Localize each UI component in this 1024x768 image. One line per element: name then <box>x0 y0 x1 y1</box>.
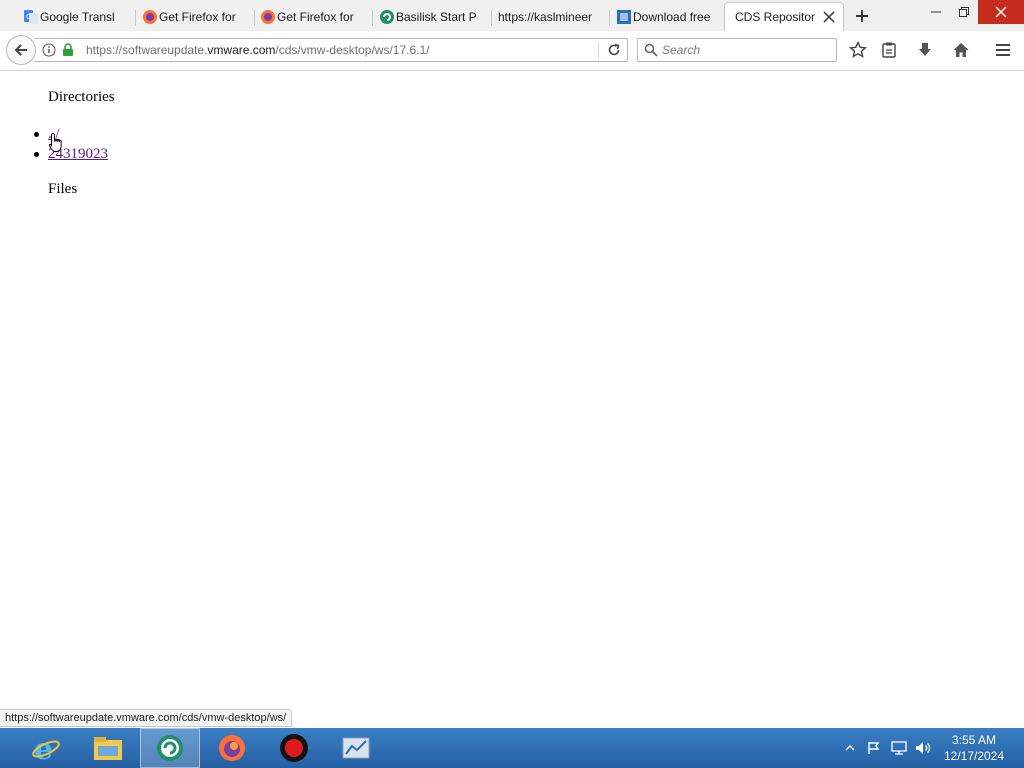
tab-kaslmineer[interactable]: https://kaslmineer <box>492 3 610 31</box>
reload-icon <box>608 43 620 56</box>
svg-text:G: G <box>26 13 31 21</box>
back-arrow-icon <box>14 44 27 56</box>
restore-button[interactable] <box>950 0 978 24</box>
minimize-button[interactable] <box>922 0 950 24</box>
url-prefix: https://softwareupdate. <box>86 43 208 57</box>
page-content: Directories ../ 24319023 Files <box>0 72 1024 706</box>
basilisk-icon <box>380 10 394 24</box>
network-icon <box>891 741 907 755</box>
tab-title: Get Firefox for <box>159 10 236 24</box>
url-domain: vmware.com <box>207 43 276 57</box>
download-arrow-icon <box>919 43 931 56</box>
downloads-button[interactable] <box>913 39 937 61</box>
firefox-icon <box>219 735 245 761</box>
bookmark-star-button[interactable] <box>846 39 870 61</box>
clipboard-icon <box>882 42 896 58</box>
search-icon <box>644 43 658 57</box>
tab-google-translate[interactable]: G Google Transl <box>18 3 136 31</box>
firefox-icon <box>143 10 157 24</box>
tab-title: https://kaslmineer <box>498 10 593 24</box>
taskbar-basilisk[interactable] <box>140 728 200 768</box>
tab-strip: G Google Transl Get Firefox for Get Fire… <box>0 0 1024 31</box>
tab-title: CDS Repositor <box>735 10 815 24</box>
download-site-icon <box>617 10 631 24</box>
url-text[interactable]: https://softwareupdate.vmware.com/cds/vm… <box>86 43 429 57</box>
address-bar[interactable]: https://softwareupdate.vmware.com/cds/vm… <box>34 38 628 62</box>
reading-list-button[interactable] <box>877 39 901 61</box>
tab-basilisk-start[interactable]: Basilisk Start P <box>374 3 492 31</box>
restore-icon <box>959 7 969 17</box>
taskbar-firefox[interactable] <box>202 728 262 768</box>
windows-taskbar: e 3:55 AM 12/17/2024 <box>0 728 1024 768</box>
taskbar-server-manager[interactable] <box>326 728 386 768</box>
close-icon <box>995 6 1007 18</box>
volume-button[interactable] <box>912 728 934 768</box>
tab-title: Download free <box>633 10 711 24</box>
network-button[interactable] <box>888 728 910 768</box>
tab-get-firefox-2[interactable]: Get Firefox for <box>255 3 373 31</box>
server-manager-icon <box>342 737 370 759</box>
close-tab-icon[interactable] <box>821 9 837 25</box>
flag-icon <box>868 742 880 754</box>
home-icon <box>953 43 969 57</box>
tab-cds-repository[interactable]: CDS Repositor <box>724 2 844 31</box>
minimize-icon <box>931 11 941 13</box>
tab-title: Basilisk Start P <box>396 10 477 24</box>
chevron-up-icon <box>845 744 855 751</box>
taskbar-internet-explorer[interactable]: e <box>16 728 76 768</box>
star-icon <box>849 41 867 58</box>
clock-time: 3:55 AM <box>951 733 997 747</box>
internet-explorer-icon: e <box>32 733 60 763</box>
hamburger-menu-icon <box>996 44 1010 56</box>
tab-title: Get Firefox for <box>277 10 354 24</box>
plus-icon <box>856 10 868 22</box>
basilisk-browser-icon <box>157 735 183 761</box>
home-button[interactable] <box>949 39 973 61</box>
firefox-icon <box>261 10 275 24</box>
back-button[interactable] <box>6 35 36 65</box>
search-bar[interactable] <box>637 38 837 62</box>
file-explorer-icon <box>94 737 122 760</box>
navigation-toolbar: https://softwareupdate.vmware.com/cds/vm… <box>0 31 1024 71</box>
clock-date: 12/17/2024 <box>943 749 1005 763</box>
lock-icon[interactable] <box>62 43 74 57</box>
speaker-icon <box>916 742 931 754</box>
reload-button[interactable] <box>604 41 624 59</box>
tab-download-free[interactable]: Download free <box>611 3 729 31</box>
record-icon <box>280 734 308 762</box>
tab-title: Google Transl <box>40 10 115 24</box>
show-hidden-icons-button[interactable] <box>842 728 858 768</box>
status-link-preview: https://softwareupdate.vmware.com/cds/vm… <box>0 709 293 727</box>
menu-button[interactable] <box>991 39 1015 61</box>
close-window-button[interactable] <box>978 0 1024 24</box>
hand-cursor-icon <box>48 132 62 152</box>
url-path: /cds/vmw-desktop/ws/17.6.1/ <box>275 43 430 57</box>
directories-heading: Directories <box>48 89 115 105</box>
action-center-button[interactable] <box>864 728 884 768</box>
taskbar-recorder[interactable] <box>264 728 324 768</box>
tab-get-firefox[interactable]: Get Firefox for <box>137 3 255 31</box>
google-translate-icon: G <box>24 10 38 24</box>
taskbar-file-explorer[interactable] <box>78 728 138 768</box>
system-clock[interactable]: 3:55 AM 12/17/2024 <box>936 732 1012 764</box>
files-heading: Files <box>48 181 78 197</box>
info-icon[interactable] <box>42 43 56 57</box>
new-tab-button[interactable] <box>850 5 874 27</box>
search-input[interactable] <box>662 42 830 58</box>
